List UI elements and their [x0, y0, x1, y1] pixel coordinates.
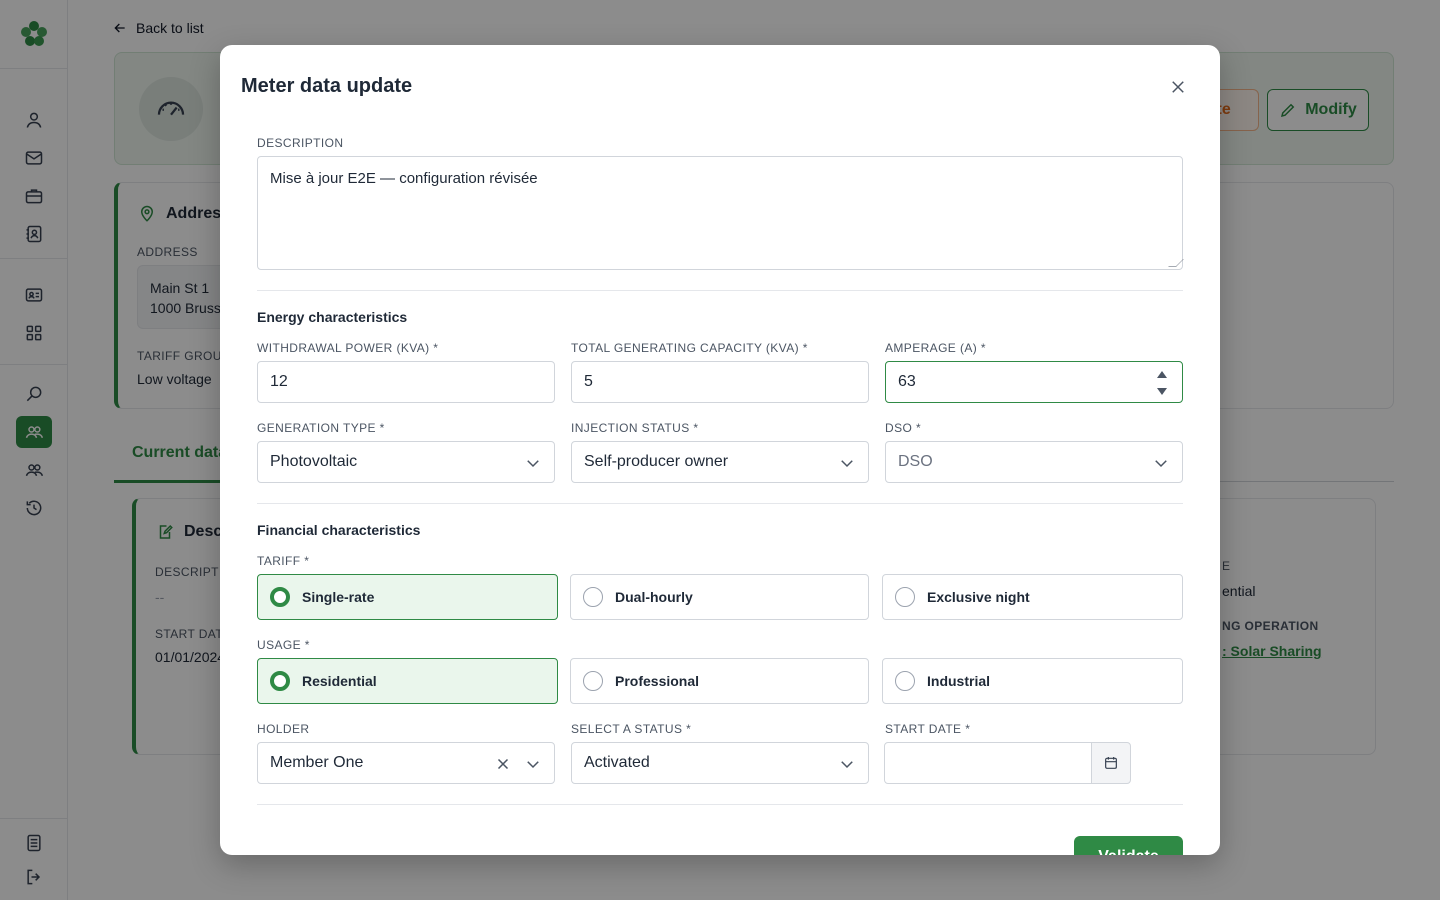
close-icon[interactable]: [1166, 75, 1190, 99]
chevron-down-icon: [1152, 454, 1170, 472]
radio-selected-icon: [270, 671, 290, 691]
description-textarea[interactable]: Mise à jour E2E — configuration révisée: [257, 156, 1184, 270]
withdrawal-power-label: WITHDRAWAL POWER (KVA) *: [257, 341, 439, 355]
description-textarea-value: Mise à jour E2E — configuration révisée: [270, 170, 538, 187]
start-date-input[interactable]: [884, 742, 1092, 784]
description-field-label: DESCRIPTION: [257, 136, 344, 150]
generating-capacity-value: 5: [584, 373, 593, 390]
radio-empty-icon: [583, 587, 603, 607]
energy-section-title: Energy characteristics: [257, 309, 408, 325]
injection-status-select[interactable]: Self-producer owner: [571, 441, 869, 483]
amperage-input[interactable]: 63: [885, 361, 1183, 403]
tariff-option-single-rate[interactable]: Single-rate: [257, 574, 558, 620]
chevron-down-icon: [838, 454, 856, 472]
withdrawal-power-input[interactable]: 12: [257, 361, 555, 403]
tariff-label: TARIFF *: [257, 554, 310, 568]
radio-empty-icon: [895, 671, 915, 691]
section-divider: [257, 804, 1183, 805]
tariff-option-dual-hourly[interactable]: Dual-hourly: [570, 574, 869, 620]
status-select[interactable]: Activated: [571, 742, 869, 784]
chevron-down-icon: [524, 755, 542, 773]
injection-status-value: Self-producer owner: [584, 453, 729, 470]
start-date-field-label: START DATE *: [885, 722, 971, 736]
status-value: Activated: [584, 754, 650, 771]
generating-capacity-input[interactable]: 5: [571, 361, 869, 403]
resize-handle[interactable]: [1168, 259, 1184, 267]
dso-value: DSO: [898, 453, 933, 470]
section-divider: [257, 290, 1183, 291]
meter-data-update-modal: Meter data update DESCRIPTION Mise à jou…: [220, 45, 1220, 855]
tariff-option-label: Single-rate: [302, 589, 375, 605]
section-divider: [257, 503, 1183, 504]
stepper-up-icon[interactable]: [1157, 371, 1167, 378]
generation-type-label: GENERATION TYPE *: [257, 421, 385, 435]
tariff-option-label: Dual-hourly: [615, 589, 693, 605]
tariff-option-label: Exclusive night: [927, 589, 1030, 605]
injection-status-label: INJECTION STATUS *: [571, 421, 699, 435]
radio-empty-icon: [583, 671, 603, 691]
calendar-icon[interactable]: [1091, 742, 1131, 784]
tariff-option-exclusive-night[interactable]: Exclusive night: [882, 574, 1183, 620]
chevron-down-icon: [524, 454, 542, 472]
amperage-value: 63: [898, 373, 916, 390]
chevron-down-icon: [838, 755, 856, 773]
holder-value: Member One: [270, 754, 364, 771]
radio-selected-icon: [270, 587, 290, 607]
usage-option-residential[interactable]: Residential: [257, 658, 558, 704]
dso-select[interactable]: DSO: [885, 441, 1183, 483]
modal-title: Meter data update: [241, 75, 413, 97]
withdrawal-power-value: 12: [270, 373, 288, 390]
status-label: SELECT A STATUS *: [571, 722, 692, 736]
financial-section-title: Financial characteristics: [257, 522, 421, 538]
holder-label: HOLDER: [257, 722, 310, 736]
usage-option-label: Industrial: [927, 673, 991, 689]
usage-option-professional[interactable]: Professional: [570, 658, 869, 704]
generating-capacity-label: TOTAL GENERATING CAPACITY (KVA) *: [571, 341, 808, 355]
validate-button[interactable]: Validate: [1074, 836, 1183, 855]
dso-label: DSO *: [885, 421, 922, 435]
generation-type-select[interactable]: Photovoltaic: [257, 441, 555, 483]
usage-label: USAGE *: [257, 638, 310, 652]
amperage-label: AMPERAGE (A) *: [885, 341, 986, 355]
usage-option-label: Residential: [302, 673, 377, 689]
usage-option-industrial[interactable]: Industrial: [882, 658, 1183, 704]
clear-icon[interactable]: [494, 755, 512, 773]
generation-type-value: Photovoltaic: [270, 453, 358, 470]
radio-empty-icon: [895, 587, 915, 607]
stepper-down-icon[interactable]: [1157, 388, 1167, 395]
number-stepper[interactable]: [1154, 371, 1170, 395]
usage-option-label: Professional: [615, 673, 700, 689]
holder-select[interactable]: Member One: [257, 742, 555, 784]
